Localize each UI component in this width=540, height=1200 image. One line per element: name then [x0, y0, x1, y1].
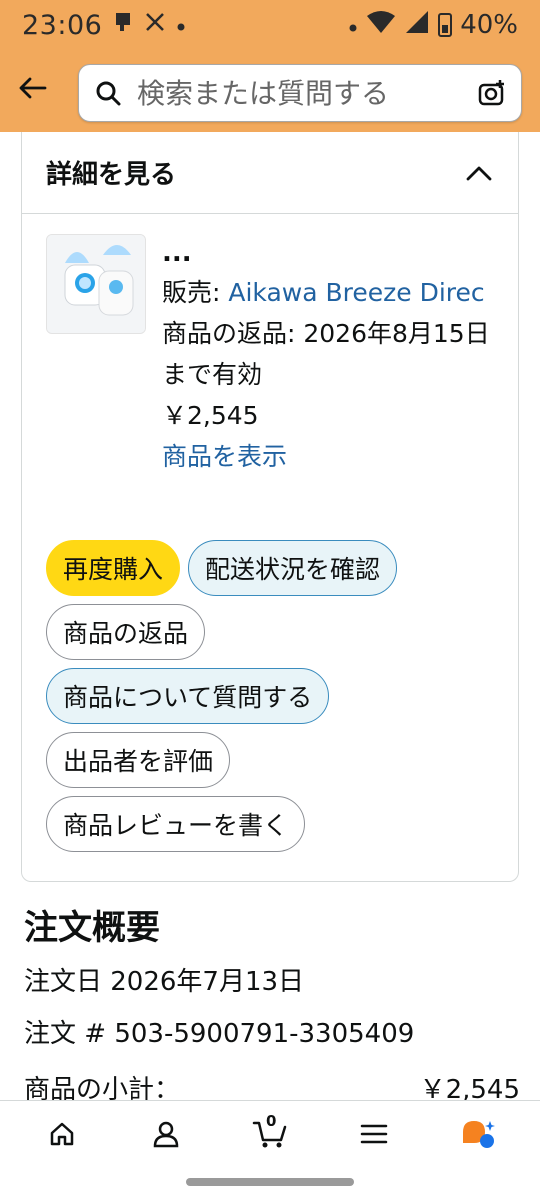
ask-question-button[interactable]: 商品について質問する: [46, 668, 330, 724]
x-app-icon: [144, 11, 166, 39]
home-icon: [50, 1122, 74, 1145]
top-header: [0, 50, 540, 132]
status-time: 23:06: [22, 9, 103, 41]
item-price: ￥2,545: [162, 401, 259, 430]
search-input[interactable]: [137, 76, 457, 110]
details-title: 詳細を見る: [46, 160, 177, 190]
action-buttons: 再度購入 配送状況を確認 商品の返品 商品について質問する 出品者を評価 商品レ…: [46, 540, 506, 860]
nav-account[interactable]: [138, 1106, 194, 1162]
nav-cart[interactable]: 0: [242, 1106, 298, 1162]
notification-icon: [114, 11, 134, 39]
dot-icon: [348, 10, 358, 40]
camera-search-icon[interactable]: [477, 78, 507, 108]
nav-menu[interactable]: [346, 1106, 402, 1162]
menu-icon: [360, 1124, 388, 1143]
wifi-icon: [366, 10, 396, 41]
chevron-up-icon[interactable]: [464, 158, 494, 188]
person-icon: [153, 1121, 179, 1147]
seller-label: 販売:: [162, 278, 229, 307]
search-icon: [93, 78, 123, 108]
write-review-button[interactable]: 商品レビューを書く: [46, 796, 306, 852]
seller-line: 販売: Aikawa Breeze Direc: [162, 272, 502, 313]
buy-again-button[interactable]: 再度購入: [46, 540, 181, 596]
view-item-link[interactable]: 商品を表示: [162, 436, 502, 477]
signal-icon: [404, 10, 430, 41]
dot-icon: [176, 13, 186, 38]
rufus-assistant-icon: [463, 1120, 495, 1148]
item-title-ellipsis: ...: [162, 238, 192, 268]
status-bar: 23:06 40%: [0, 0, 540, 50]
nav-home[interactable]: [34, 1106, 90, 1162]
details-header[interactable]: 詳細を見る: [22, 132, 518, 214]
track-package-button[interactable]: 配送状況を確認: [188, 540, 398, 596]
arrow-left-icon: [19, 77, 47, 99]
search-bar[interactable]: [78, 64, 522, 122]
cart-count: 0: [266, 1111, 277, 1130]
return-window-text: 商品の返品: 2026年8月15日まで有効: [162, 319, 490, 389]
product-image[interactable]: [46, 234, 146, 334]
order-number: 注文 # 503-5900791-3305409: [24, 1019, 415, 1049]
return-item-button[interactable]: 商品の返品: [46, 604, 206, 660]
rate-seller-button[interactable]: 出品者を評価: [46, 732, 231, 788]
order-summary: 注文概要 注文日 2026年7月13日 注文 # 503-5900791-330…: [24, 900, 520, 1116]
summary-title: 注文概要: [24, 908, 160, 948]
seller-link[interactable]: Aikawa Breeze Direc: [228, 278, 484, 307]
battery-percent: 40%: [460, 10, 518, 40]
back-button[interactable]: [14, 70, 50, 106]
details-card: 詳細を見る ... 販売: Aikawa Breeze Direc 商品の返品:: [21, 132, 519, 882]
order-date: 注文日 2026年7月13日: [24, 967, 305, 997]
battery-icon: [438, 13, 453, 37]
nav-rufus[interactable]: [450, 1106, 506, 1162]
gesture-handle[interactable]: [186, 1178, 354, 1186]
bottom-nav: 0: [0, 1100, 540, 1166]
item-info: ... 販売: Aikawa Breeze Direc 商品の返品: 2026年…: [162, 238, 502, 477]
